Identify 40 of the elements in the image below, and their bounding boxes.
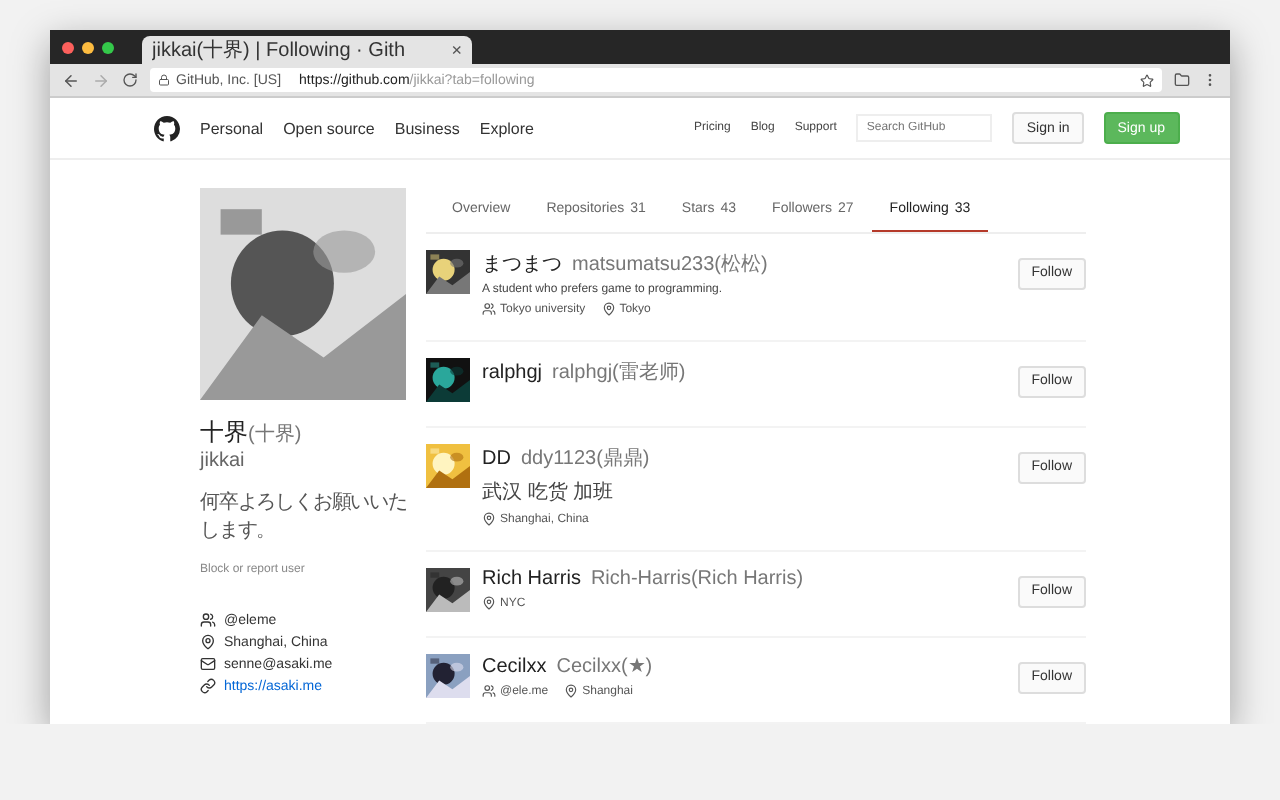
people-icon <box>482 684 496 698</box>
user-login: ddy1123(鼎鼎) <box>520 446 650 472</box>
user-name[interactable]: DD <box>482 448 511 470</box>
user-name[interactable]: ralphgj <box>482 362 543 384</box>
user-name[interactable]: まつまつ <box>482 250 562 278</box>
zoom-light[interactable] <box>102 41 114 53</box>
user-bio: 武汉 吃货 加班 <box>482 479 616 506</box>
user-name[interactable]: Rich Harris <box>482 568 581 590</box>
link-icon <box>200 678 216 694</box>
user-name[interactable]: Cecilxx <box>482 656 547 678</box>
people-icon <box>482 302 496 316</box>
nav-link[interactable]: Open source <box>283 119 375 137</box>
nav-link[interactable]: Business <box>394 119 460 137</box>
pin-icon <box>564 684 579 698</box>
lock-icon <box>158 74 170 86</box>
user-login: Rich-Harris(Rich Harris) <box>590 568 804 590</box>
star-icon[interactable] <box>1140 73 1154 87</box>
nav-link[interactable]: Explore <box>479 119 534 137</box>
tab-close[interactable]: × <box>451 40 462 60</box>
pin-icon <box>482 512 496 526</box>
minimize-light[interactable] <box>82 41 94 53</box>
profile-name-note: (十界) <box>248 424 302 446</box>
reload-icon[interactable] <box>122 72 138 88</box>
people-icon <box>200 612 216 628</box>
nav-link[interactable]: Personal <box>200 119 264 137</box>
profile-bio: 何卒よろしくお願いいたします。 <box>200 489 409 544</box>
browser-tab[interactable]: jikkai(十界) | Following · Gith × <box>142 36 472 64</box>
profile-login: jikkai <box>200 450 247 472</box>
folder-icon[interactable] <box>1174 72 1190 88</box>
pin-icon <box>601 302 616 316</box>
github-logo-icon[interactable] <box>154 115 180 141</box>
back-icon[interactable] <box>62 71 80 89</box>
pin-icon <box>200 634 216 650</box>
pin-icon <box>482 596 496 610</box>
user-login: matsumatsu233(松松) <box>572 251 768 278</box>
close-light[interactable] <box>62 41 74 53</box>
user-login: Cecilxx(★) <box>556 654 653 678</box>
user-login: ralphgj(雷老师) <box>552 359 686 386</box>
mail-icon <box>200 656 216 672</box>
profile-name: 十界 <box>200 418 248 446</box>
